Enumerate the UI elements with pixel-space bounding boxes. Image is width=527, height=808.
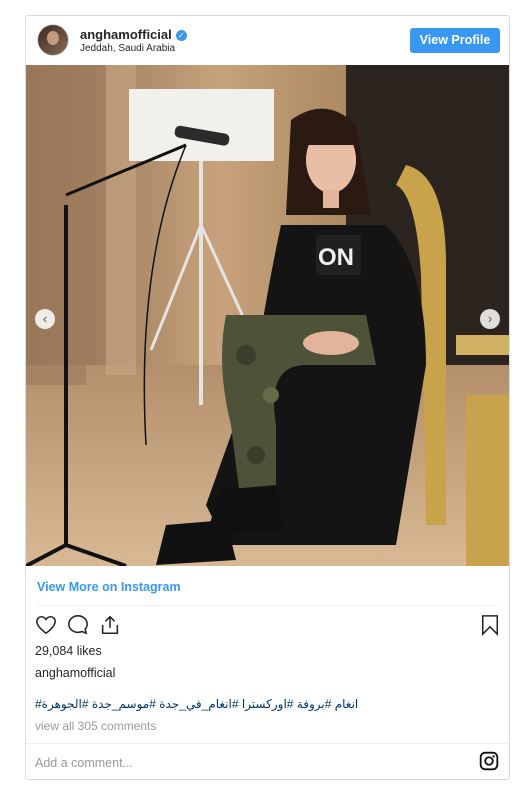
- svg-text:ON: ON: [318, 244, 354, 271]
- caption-username[interactable]: anghamofficial: [35, 666, 115, 680]
- add-comment-input[interactable]: Add a comment...: [35, 756, 133, 770]
- caption-hashtags[interactable]: انغام #بروفة #اوركسترا #انغام_في_جدة #مو…: [35, 697, 358, 711]
- username-text: anghamofficial: [80, 27, 172, 42]
- view-more-link[interactable]: View More on Instagram: [37, 580, 181, 594]
- avatar[interactable]: [37, 24, 69, 56]
- comment-icon[interactable]: [67, 614, 89, 636]
- heart-icon[interactable]: [35, 614, 57, 636]
- post-photo[interactable]: ON ‹ ›: [26, 65, 509, 566]
- bookmark-icon[interactable]: [480, 614, 500, 636]
- divider: [26, 743, 509, 744]
- divider: [37, 605, 498, 606]
- share-icon[interactable]: [99, 614, 121, 636]
- instagram-icon[interactable]: [479, 751, 499, 771]
- verified-badge-icon: ✓: [175, 30, 187, 41]
- instagram-embed-card: anghamofficial ✓ Jeddah, Saudi Arabia Vie…: [25, 15, 510, 780]
- view-all-comments-link[interactable]: view all 305 comments: [35, 719, 156, 733]
- chevron-right-icon[interactable]: ›: [480, 309, 500, 329]
- view-profile-button[interactable]: View Profile: [410, 28, 500, 53]
- username-link[interactable]: anghamofficial ✓: [80, 27, 187, 42]
- location-link[interactable]: Jeddah, Saudi Arabia: [80, 43, 175, 54]
- chevron-left-icon[interactable]: ‹: [35, 309, 55, 329]
- post-header: anghamofficial ✓ Jeddah, Saudi Arabia Vie…: [26, 16, 509, 66]
- like-count[interactable]: 29,084 likes: [35, 644, 102, 658]
- performer-photo: ON: [26, 65, 509, 566]
